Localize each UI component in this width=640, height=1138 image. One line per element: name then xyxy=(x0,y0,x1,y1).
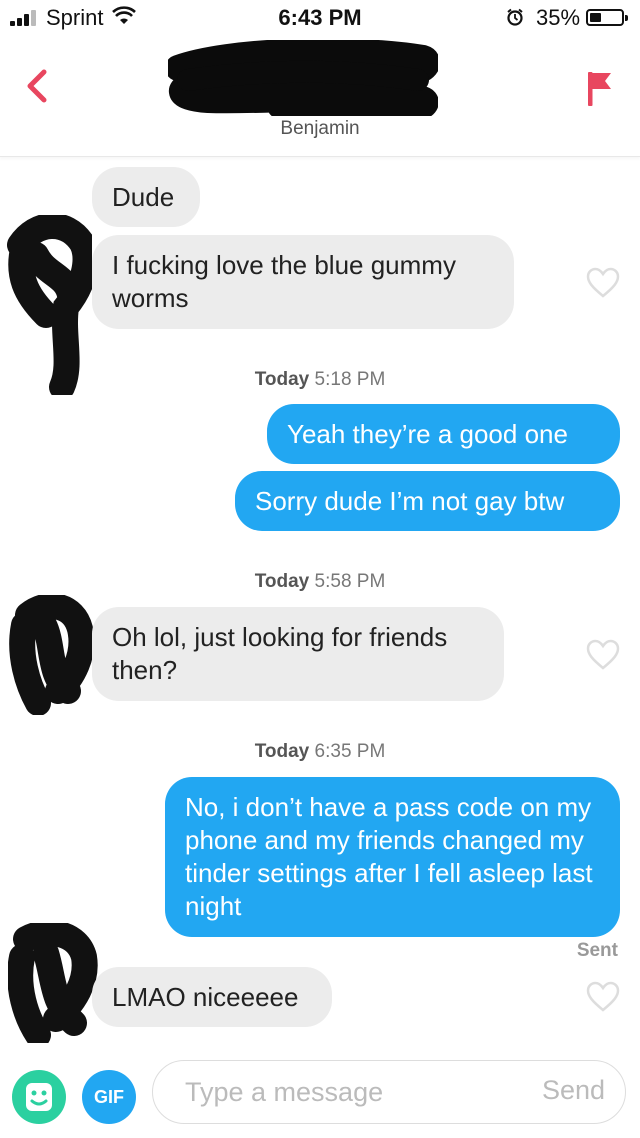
message-list: Dude I fucking love the blue gummy worms… xyxy=(0,157,640,1047)
message-bubble-outgoing[interactable]: Yeah they’re a good one xyxy=(267,404,620,464)
status-bar: Sprint 6:43 PM 35% xyxy=(0,0,640,36)
redacted-sender-avatar xyxy=(9,595,95,715)
message-input-wrapper: Send xyxy=(152,1060,626,1124)
message-bubble-incoming[interactable]: Oh lol, just looking for friends then? xyxy=(92,607,504,701)
timestamp: Today 6:35 PM xyxy=(254,741,386,762)
match-name[interactable]: Benjamin xyxy=(0,118,640,140)
send-button[interactable]: Send xyxy=(542,1075,605,1106)
timestamp: Today 5:18 PM xyxy=(254,369,386,390)
back-chevron-icon[interactable] xyxy=(22,66,52,106)
message-bubble-incoming[interactable]: LMAO niceeeee xyxy=(92,967,332,1027)
message-bubble-incoming[interactable]: I fucking love the blue gummy worms xyxy=(92,235,514,329)
gif-button[interactable]: GIF xyxy=(82,1070,136,1124)
message-bubble-incoming[interactable]: Dude xyxy=(92,167,200,227)
like-heart-icon[interactable] xyxy=(586,981,620,1013)
battery-icon xyxy=(586,9,628,26)
redacted-sender-avatar xyxy=(8,923,98,1043)
sent-status: Sent xyxy=(576,940,618,961)
report-flag-icon[interactable] xyxy=(584,68,614,108)
sticker-icon xyxy=(26,1083,52,1111)
message-composer: GIF Send xyxy=(0,1052,640,1138)
message-bubble-outgoing[interactable]: No, i don’t have a pass code on my phone… xyxy=(165,777,620,937)
timestamp: Today 5:58 PM xyxy=(254,571,386,592)
like-heart-icon[interactable] xyxy=(586,267,620,299)
message-input[interactable] xyxy=(183,1061,507,1123)
chat-header: Benjamin xyxy=(0,36,640,157)
alarm-icon xyxy=(507,8,523,26)
redacted-profile-photo[interactable] xyxy=(168,40,438,116)
message-bubble-outgoing[interactable]: Sorry dude I’m not gay btw xyxy=(235,471,620,531)
sticker-button[interactable] xyxy=(12,1070,66,1124)
battery-percentage: 35% xyxy=(536,5,581,30)
redacted-sender-avatar xyxy=(7,215,92,395)
like-heart-icon[interactable] xyxy=(586,639,620,671)
